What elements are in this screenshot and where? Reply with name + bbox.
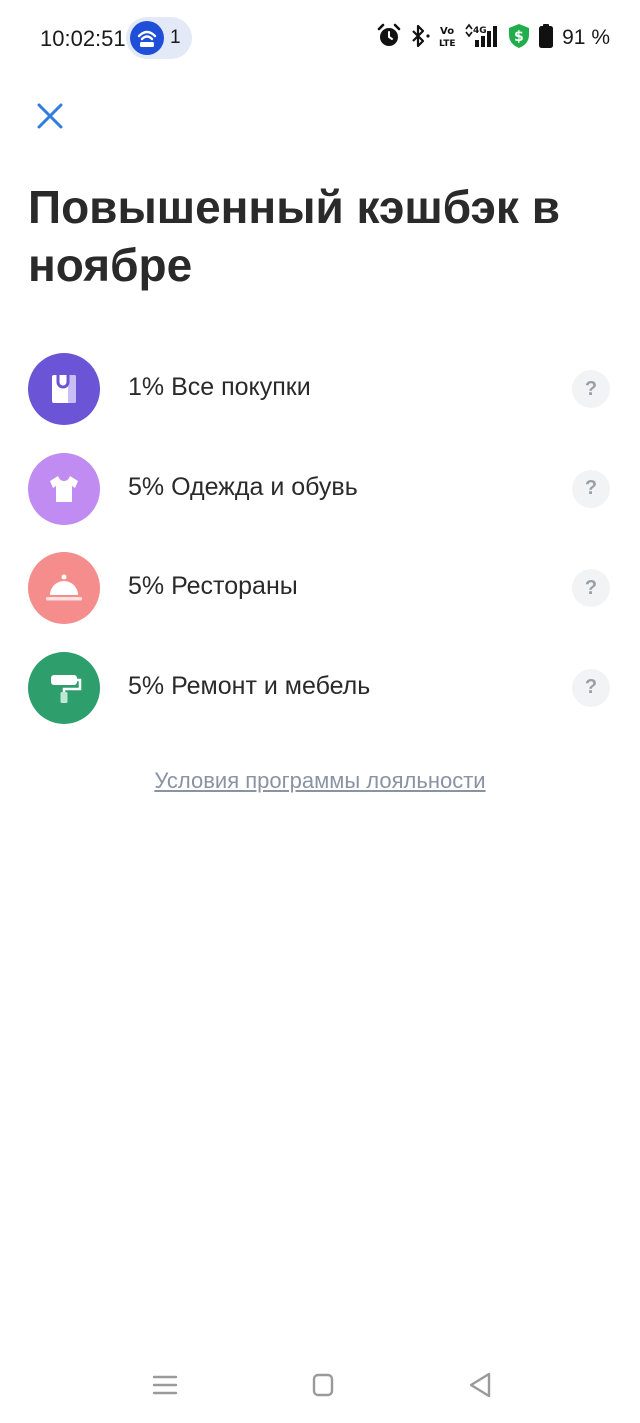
cashback-item-label: 1% Все покупки xyxy=(128,373,311,401)
help-button[interactable]: ? xyxy=(572,569,610,608)
status-bar: 10:02:51 1 Vo LTE 4G $ 91 % xyxy=(0,0,640,76)
hotspot-icon xyxy=(130,21,164,55)
status-time: 10:02:51 xyxy=(40,26,126,51)
back-button[interactable] xyxy=(465,1370,495,1400)
tshirt-icon xyxy=(28,452,100,525)
screen: 10:02:51 1 Vo LTE 4G $ 91 % Повышенный к… xyxy=(0,0,640,1423)
signal-icon: 4G xyxy=(464,23,500,54)
cashback-item-all-purchases: 1% Все покупки ? xyxy=(0,339,640,439)
navigation-bar xyxy=(0,1360,640,1410)
svg-text:LTE: LTE xyxy=(439,39,456,49)
help-button[interactable]: ? xyxy=(572,668,610,707)
shield-dollar-icon: $ xyxy=(506,22,532,55)
shopping-bag-icon xyxy=(28,353,100,425)
menu-icon xyxy=(152,1375,178,1395)
close-button[interactable] xyxy=(30,96,70,136)
hotspot-chip[interactable]: 1 xyxy=(126,17,192,59)
triangle-back-icon xyxy=(469,1372,491,1398)
volte-icon: Vo LTE xyxy=(438,23,458,54)
help-button[interactable]: ? xyxy=(572,469,610,508)
home-button[interactable] xyxy=(308,1370,338,1400)
hotspot-count: 1 xyxy=(170,27,181,48)
battery-icon xyxy=(538,23,554,54)
close-icon xyxy=(37,103,63,129)
cashback-item-renovation: 5% Ремонт и мебель ? xyxy=(0,638,640,738)
cloche-icon xyxy=(28,552,100,625)
svg-text:Vo: Vo xyxy=(440,26,454,37)
loyalty-terms-link[interactable]: Условия программы лояльности xyxy=(0,768,640,794)
cashback-item-restaurants: 5% Рестораны ? xyxy=(0,538,640,638)
alarm-icon xyxy=(376,23,402,54)
cashback-item-label: 5% Рестораны xyxy=(128,572,298,601)
cashback-item-label: 5% Ремонт и мебель xyxy=(128,671,371,700)
cashback-item-clothing: 5% Одежда и обувь ? xyxy=(0,439,640,539)
battery-percent: 91 % xyxy=(562,26,610,49)
help-button[interactable]: ? xyxy=(572,370,610,408)
bluetooth-icon xyxy=(408,23,432,54)
square-icon xyxy=(312,1373,334,1397)
recent-apps-button[interactable] xyxy=(150,1370,180,1400)
status-icons: Vo LTE 4G $ 91 % xyxy=(376,22,610,54)
paint-roller-icon xyxy=(28,651,100,724)
cashback-list: 1% Все покупки ? 5% Одежда и обувь ? 5% … xyxy=(0,339,640,737)
svg-text:$: $ xyxy=(514,29,524,45)
cashback-item-label: 5% Одежда и обувь xyxy=(128,472,358,501)
page-title: Повышенный кэшбэк в ноябре xyxy=(28,181,561,291)
svg-text:4G: 4G xyxy=(473,26,487,36)
